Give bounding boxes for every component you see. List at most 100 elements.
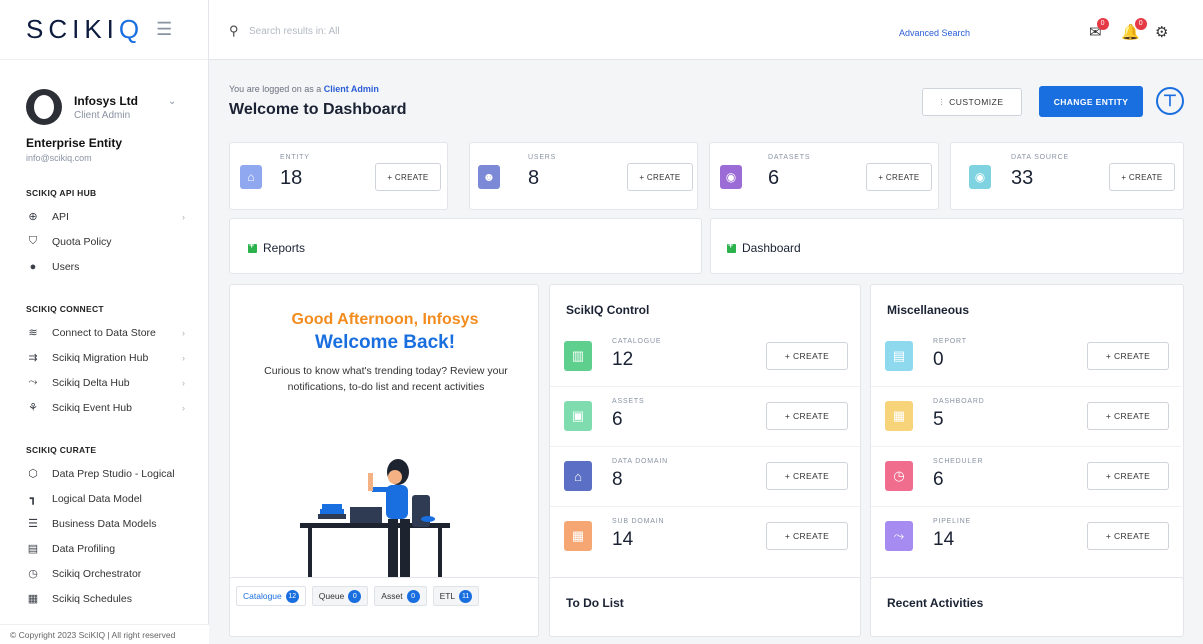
list-icon: ☰ [28,518,38,530]
sidebar-item-migration-hub[interactable]: ⇉ Scikiq Migration Hub › [0,345,209,370]
profile-name: Infosys Ltd [74,93,139,108]
tab-queue[interactable]: Queue 0 [311,586,369,606]
panel-title: Miscellaneous [887,303,970,317]
stat-card-data-source: ◉ DATA SOURCE 33 + CREATE [950,142,1184,210]
sidebar: SCIKIQ ☰ Infosys Ltd Client Admin ⌄ Ente… [0,0,209,644]
activity-tabs-card: Catalogue 12 Queue 0 Asset 0 ETL 11 [229,577,539,637]
row-label: ASSETS [612,398,645,405]
notification-badge: 0 [1134,18,1147,30]
stat-card-datasets: ◉ DATASETS 6 + CREATE [709,142,939,210]
scheduler-icon: ◷ [885,461,913,491]
create-report-button[interactable]: + CREATE [1087,342,1169,370]
menu-icon[interactable]: ☰ [156,19,172,40]
sidebar-item-logical-data-model[interactable]: ┓ Logical Data Model [0,486,209,511]
page-title: Welcome to Dashboard [229,101,407,118]
create-scheduler-button[interactable]: + CREATE [1087,462,1169,490]
stat-value: 18 [280,167,303,189]
shield-icon: ⛉ [28,235,38,247]
row-value: 0 [933,349,944,370]
event-icon: ⚘ [28,402,38,414]
dashboard-card[interactable]: Dashboard [710,218,1184,274]
delta-icon: ⤳ [28,376,38,388]
domain-icon: ⌂ [564,461,592,491]
database-icon: ≋ [28,327,38,339]
bell-icon[interactable]: 🔔 0 [1121,18,1147,41]
sidebar-item-delta-hub[interactable]: ⤳ Scikiq Delta Hub › [0,370,209,395]
chevron-down-icon[interactable]: ⌄ [168,96,176,107]
stat-label: USERS [528,154,557,161]
search-input[interactable] [249,22,549,40]
customize-button[interactable]: ⫶ CUSTOMIZE [922,88,1022,116]
misc-row-scheduler: ◷ SCHEDULER 6 + CREATE [871,447,1181,507]
change-entity-button[interactable]: CHANGE ENTITY [1039,86,1143,117]
tab-etl[interactable]: ETL 11 [432,586,480,606]
tasks-icon[interactable]: ✉ 0 [1089,18,1109,41]
row-value: 6 [933,469,944,490]
advanced-search-link[interactable]: Advanced Search [899,28,970,38]
create-data-source-button[interactable]: + CREATE [1109,163,1175,191]
row-value: 12 [612,349,634,370]
sidebar-item-business-data-models[interactable]: ☰ Business Data Models [0,511,209,536]
row-label: PIPELINE [933,518,971,525]
todo-list-card: To Do List [549,577,861,637]
report-icon: ▤ [885,341,913,371]
create-data-domain-button[interactable]: + CREATE [766,462,848,490]
control-row-sub-domain: ▦ SUB DOMAIN 14 + CREATE [550,507,860,567]
stat-label: DATASETS [768,154,811,161]
calendar-icon: ▦ [27,593,39,605]
pin-icon[interactable]: ⊤ [1156,87,1184,115]
assets-icon: ▣ [564,401,592,431]
tab-asset[interactable]: Asset 0 [374,586,427,606]
profile[interactable]: Infosys Ltd Client Admin ⌄ [0,60,208,136]
sidebar-item-schedules[interactable]: ▦ Scikiq Schedules [0,586,209,611]
reports-card[interactable]: Reports [229,218,702,274]
create-dataset-button[interactable]: + CREATE [866,163,932,191]
create-pipeline-button[interactable]: + CREATE [1087,522,1169,550]
panel-title: Recent Activities [887,596,984,610]
sidebar-item-event-hub[interactable]: ⚘ Scikiq Event Hub › [0,395,209,420]
welcome-card: Good Afternoon, Infosys Welcome Back! Cu… [229,284,539,594]
notification-badge: 0 [1096,18,1109,30]
sidebar-item-data-profiling[interactable]: ▤ Data Profiling [0,536,209,561]
sliders-icon: ⫶ [940,96,944,107]
stat-value: 33 [1011,167,1034,189]
logo[interactable]: SCIKIQ [26,14,144,45]
logged-in-text: You are logged on as a Client Admin [229,84,379,94]
sidebar-item-quota-policy[interactable]: ⛉ Quota Policy [0,229,209,254]
sidebar-item-connect-data-store[interactable]: ≋ Connect to Data Store › [0,320,209,345]
migration-icon: ⇉ [28,352,38,364]
tab-bar: Catalogue 12 Queue 0 Asset 0 ETL 11 [230,578,485,606]
tab-catalogue[interactable]: Catalogue 12 [236,586,306,606]
add-square-icon [727,240,736,253]
row-label: DATA DOMAIN [612,458,668,465]
row-label: DASHBOARD [933,398,985,405]
create-user-button[interactable]: + CREATE [627,163,693,191]
sidebar-item-users[interactable]: ● Users [0,254,209,279]
create-entity-button[interactable]: + CREATE [375,163,441,191]
sidebar-item-api[interactable]: ⊕ API › [0,204,209,229]
stat-card-entity: ⌂ ENTITY 18 + CREATE [229,142,448,210]
create-catalogue-button[interactable]: + CREATE [766,342,848,370]
create-asset-button[interactable]: + CREATE [766,402,848,430]
row-label: SUB DOMAIN [612,518,665,525]
avatar [26,89,62,125]
entity-info: Enterprise Entity info@scikiq.com [0,136,208,163]
create-sub-domain-button[interactable]: + CREATE [766,522,848,550]
create-dashboard-button[interactable]: + CREATE [1087,402,1169,430]
stat-label: DATA SOURCE [1011,154,1069,161]
chevron-right-icon: › [182,352,185,363]
profiling-icon: ▤ [27,543,39,555]
model-icon: ┓ [29,493,37,505]
gear-icon[interactable]: ⚙ [1155,23,1168,41]
top-bar: ⚲ Advanced Search ✉0 🔔0 ⚙ [209,0,1203,60]
main-content: You are logged on as a Client Admin Welc… [209,60,1203,637]
row-value: 5 [933,409,944,430]
sidebar-item-orchestrator[interactable]: ◷ Scikiq Orchestrator [0,561,209,586]
reports-label: Reports [263,241,306,255]
search-icon[interactable]: ⚲ [229,23,239,39]
entity-email: info@scikiq.com [26,153,92,163]
panel-title: ScikIQ Control [566,303,650,317]
sidebar-item-data-prep-studio[interactable]: ⬡ Data Prep Studio - Logical [0,461,209,486]
greeting-line-1: Good Afternoon, Infosys [291,311,479,328]
greeting-line-2: Welcome Back! [314,332,456,353]
